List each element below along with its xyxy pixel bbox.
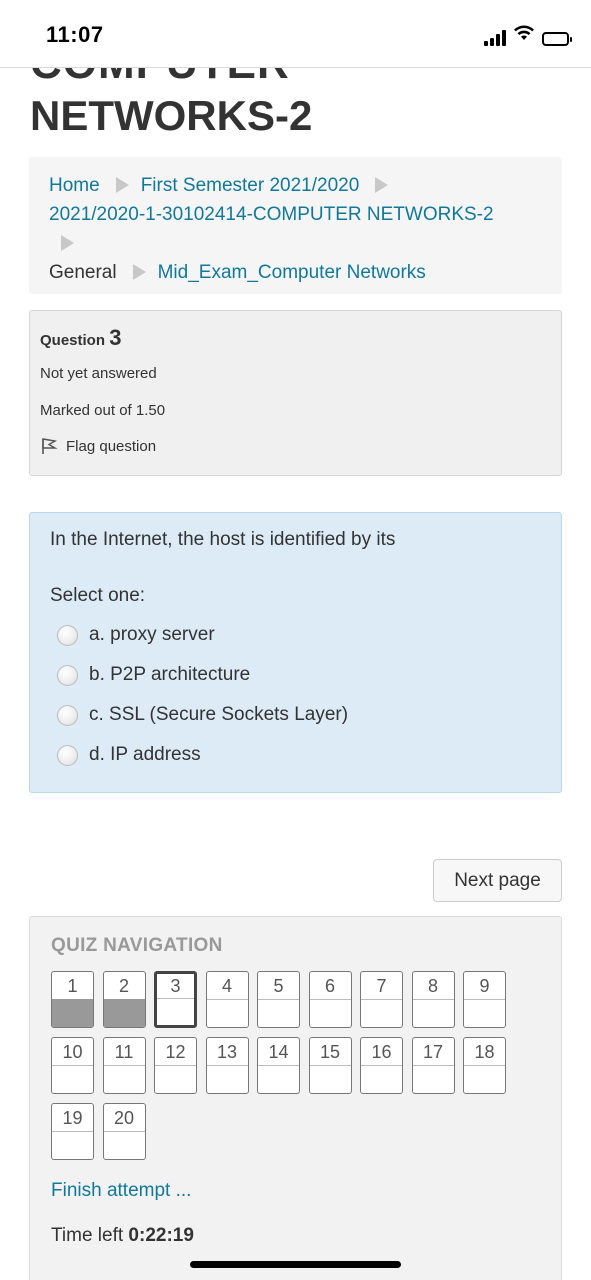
radio-button[interactable]	[57, 624, 78, 646]
breadcrumb-quiz-link[interactable]: Mid_Exam_Computer Networks	[158, 262, 426, 283]
answer-label: a. proxy server	[89, 624, 215, 645]
question-number-value: 3	[109, 325, 122, 350]
quiz-nav-question-button[interactable]: 10	[51, 1037, 94, 1094]
quiz-nav-question-button[interactable]: 13	[205, 1037, 249, 1094]
answered-indicator	[103, 999, 145, 1027]
wifi-icon	[513, 24, 535, 46]
breadcrumb-separator-icon	[375, 177, 389, 193]
quiz-nav-question-number: 14	[258, 1038, 299, 1066]
question-info-panel: Question 3 Not yet answered Marked out o…	[29, 310, 562, 476]
question-label: Question	[40, 332, 106, 349]
question-grade: Marked out of 1.50	[40, 402, 166, 419]
quiz-nav-question-button[interactable]: 18	[463, 1037, 506, 1094]
quiz-nav-question-number: 9	[464, 972, 505, 1000]
quiz-nav-question-button[interactable]: 8	[411, 971, 455, 1028]
radio-button[interactable]	[57, 704, 78, 726]
quiz-nav-question-button[interactable]: 4	[205, 971, 249, 1028]
answer-label: d. IP address	[89, 744, 201, 765]
quiz-nav-question-number: 2	[103, 972, 145, 1000]
quiz-navigation-title: QUIZ NAVIGATION	[51, 935, 223, 956]
quiz-nav-question-number: 13	[206, 1038, 248, 1066]
quiz-nav-question-button[interactable]: 16	[360, 1037, 403, 1094]
quiz-nav-question-button[interactable]: 5	[257, 971, 300, 1028]
status-time: 11:07	[46, 22, 104, 47]
quiz-nav-question-number: 7	[361, 972, 402, 1000]
breadcrumb-section: General	[49, 262, 117, 283]
flag-question-label: Flag question	[66, 437, 157, 455]
quiz-nav-question-number: 5	[258, 972, 299, 1000]
breadcrumb-course-link[interactable]: 2021/2020-1-30102414-COMPUTER NETWORKS-2	[49, 204, 494, 225]
breadcrumb-separator-icon	[61, 235, 74, 251]
answer-prompt: Select one:	[50, 585, 146, 606]
quiz-nav-question-number: 8	[412, 972, 454, 1000]
quiz-nav-question-number: 16	[361, 1038, 402, 1066]
answer-label: c. SSL (Secure Sockets Layer)	[89, 704, 349, 725]
radio-button[interactable]	[57, 664, 78, 686]
breadcrumb-separator-icon	[132, 264, 146, 280]
quiz-nav-question-button[interactable]: 14	[257, 1037, 300, 1094]
quiz-nav-question-button[interactable]: 11	[102, 1037, 146, 1094]
quiz-nav-question-button[interactable]: 20	[102, 1103, 146, 1160]
home-indicator	[190, 1261, 401, 1268]
answer-option-b[interactable]: b. P2P architecture	[57, 655, 541, 695]
breadcrumb-home-link[interactable]: Home	[49, 175, 100, 196]
page-title: NETWORKS-2	[30, 92, 313, 139]
question-state: Not yet answered	[40, 365, 157, 382]
question-number: Question 3	[40, 325, 551, 351]
answer-label: b. P2P architecture	[89, 664, 251, 685]
breadcrumb-separator-icon	[115, 177, 129, 193]
breadcrumb-semester-link[interactable]: First Semester 2021/2020	[141, 175, 360, 196]
battery-icon	[542, 32, 572, 46]
status-bar: 11:07	[0, 0, 591, 68]
quiz-navigation-panel: QUIZ NAVIGATION 1 2 3 4 5 6 7 8 9 10 11 12 13 14 15 16 1…	[29, 916, 562, 1280]
flag-icon	[40, 437, 58, 455]
answer-option-d[interactable]: d. IP address	[57, 735, 541, 775]
quiz-nav-question-number: 1	[52, 972, 93, 1000]
finish-attempt-link[interactable]: Finish attempt ...	[51, 1180, 540, 1202]
flag-question-link[interactable]: Flag question	[40, 437, 551, 455]
quiz-nav-question-button[interactable]: 17	[411, 1037, 455, 1094]
quiz-nav-question-button[interactable]: 9	[463, 971, 506, 1028]
quiz-nav-question-number: 6	[309, 972, 351, 1000]
quiz-nav-question-number: 15	[309, 1038, 351, 1066]
signal-icon	[484, 30, 506, 46]
next-page-button[interactable]: Next page	[433, 859, 562, 902]
quiz-nav-question-button[interactable]: 3	[154, 971, 197, 1028]
quiz-nav-question-number: 11	[103, 1038, 145, 1066]
quiz-nav-question-number: 17	[412, 1038, 454, 1066]
quiz-nav-question-number: 10	[52, 1038, 93, 1066]
answer-option-a[interactable]: a. proxy server	[57, 615, 541, 655]
quiz-nav-question-button[interactable]: 15	[308, 1037, 352, 1094]
quiz-nav-question-number: 12	[155, 1038, 196, 1066]
question-text: In the Internet, the host is identified …	[50, 529, 396, 550]
question-content: In the Internet, the host is identified …	[29, 512, 562, 793]
answer-options: a. proxy server b. P2P architecture c. S…	[50, 615, 541, 775]
quiz-nav-question-button[interactable]: 19	[51, 1103, 94, 1160]
quiz-navigation-grid: 1 2 3 4 5 6 7 8 9 10 11 12 13 14 15 16 17 18 19 20	[51, 971, 540, 1160]
quiz-nav-question-button[interactable]: 1	[51, 971, 94, 1028]
quiz-nav-question-button[interactable]: 12	[154, 1037, 197, 1094]
radio-button[interactable]	[57, 744, 78, 766]
quiz-nav-question-number: 20	[103, 1104, 145, 1132]
quiz-nav-question-button[interactable]: 2	[102, 971, 146, 1028]
time-left: Time left 0:22:19	[51, 1225, 540, 1247]
quiz-nav-question-number: 4	[206, 972, 248, 1000]
answer-option-c[interactable]: c. SSL (Secure Sockets Layer)	[57, 695, 541, 735]
quiz-nav-question-button[interactable]: 7	[360, 971, 403, 1028]
quiz-nav-question-number: 19	[52, 1104, 93, 1132]
answered-indicator	[52, 999, 93, 1027]
quiz-nav-question-button[interactable]: 6	[308, 971, 352, 1028]
quiz-nav-question-number: 3	[157, 974, 194, 999]
quiz-nav-question-number: 18	[464, 1038, 505, 1066]
status-icons	[484, 24, 572, 46]
time-left-value: 0:22:19	[128, 1225, 194, 1246]
time-left-label: Time left	[51, 1225, 124, 1246]
breadcrumb: Home First Semester 2021/2020 2021/2020-1…	[29, 157, 562, 294]
